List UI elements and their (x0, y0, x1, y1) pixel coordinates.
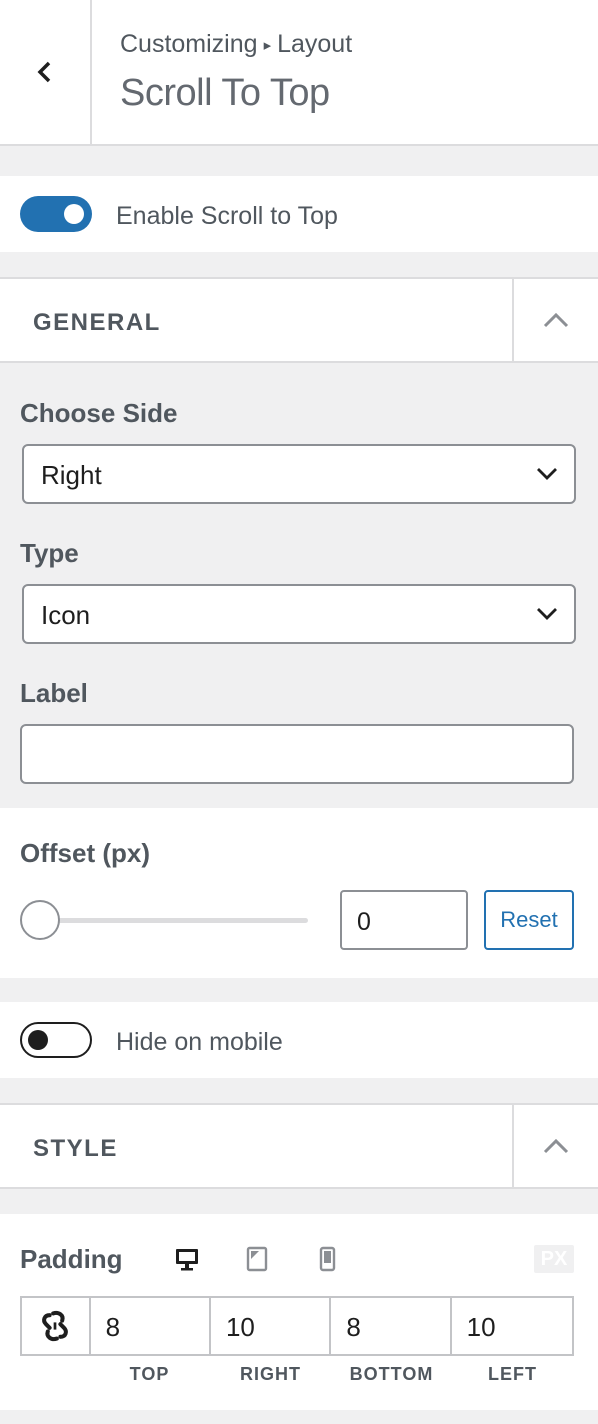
choose-side-select[interactable]: Right (22, 444, 576, 504)
offset-number-input[interactable]: 0 (340, 890, 468, 950)
padding-right-input[interactable]: 10 (211, 1298, 332, 1354)
breadcrumb: Customizing ▸ Layout (120, 30, 352, 59)
toggle-knob (28, 1030, 48, 1050)
hide-mobile-row: Hide on mobile (0, 1002, 598, 1078)
label-field-label: Label (20, 678, 88, 708)
toggle-knob (64, 204, 84, 224)
offset-slider-track[interactable] (40, 918, 308, 923)
tablet-icon[interactable] (242, 1244, 272, 1274)
offset-label: Offset (px) (20, 838, 150, 868)
style-section-title: STYLE (33, 1135, 118, 1162)
chevron-left-icon (37, 61, 51, 83)
padding-inputs: 8 10 8 10 (20, 1296, 574, 1356)
padding-right-label: RIGHT (240, 1364, 301, 1384)
type-label: Type (20, 538, 79, 568)
chevron-up-icon (543, 312, 569, 328)
mobile-icon[interactable] (312, 1244, 342, 1274)
padding-label: Padding (20, 1244, 123, 1274)
choose-side-value: Right (41, 460, 102, 490)
style-section-header[interactable]: STYLE (0, 1103, 598, 1189)
label-input[interactable] (20, 724, 574, 784)
offset-slider-thumb[interactable] (20, 900, 60, 940)
unlink-icon (42, 1310, 69, 1342)
padding-left-label: LEFT (488, 1364, 537, 1384)
page-title: Scroll To Top (120, 72, 330, 114)
offset-reset-button[interactable]: Reset (484, 890, 574, 950)
breadcrumb-section: Layout (277, 30, 353, 58)
padding-left-value: 10 (466, 1312, 496, 1342)
padding-bottom-input[interactable]: 8 (331, 1298, 452, 1354)
padding-bottom-label: BOTTOM (349, 1364, 434, 1384)
enable-scroll-toggle[interactable] (20, 196, 92, 232)
general-section-header[interactable]: GENERAL (0, 277, 598, 363)
link-values-button[interactable] (22, 1298, 91, 1354)
enable-row: Enable Scroll to Top (0, 176, 598, 252)
padding-top-input[interactable]: 8 (91, 1298, 211, 1354)
desktop-icon[interactable] (172, 1244, 202, 1274)
breadcrumb-separator: ▸ (263, 37, 272, 54)
general-section-title: GENERAL (33, 309, 161, 336)
choose-side-label: Choose Side (20, 398, 178, 428)
unit-px-badge[interactable]: PX (534, 1245, 574, 1273)
padding-bottom-value: 8 (346, 1312, 361, 1342)
type-select[interactable]: Icon (22, 584, 576, 644)
enable-scroll-label: Enable Scroll to Top (116, 202, 338, 230)
offset-value: 0 (357, 908, 371, 936)
chevron-up-icon (543, 1138, 569, 1154)
breadcrumb-root: Customizing (120, 30, 258, 58)
chevron-down-icon (537, 468, 557, 480)
padding-left-input[interactable]: 10 (452, 1298, 572, 1354)
type-value: Icon (41, 600, 91, 630)
padding-top-value: 8 (105, 1312, 121, 1342)
padding-right-value: 10 (225, 1312, 255, 1342)
hide-mobile-toggle[interactable] (20, 1022, 92, 1058)
back-button[interactable] (0, 0, 92, 144)
general-collapse-button[interactable] (512, 279, 598, 361)
padding-top-label: TOP (129, 1364, 170, 1384)
customizer-header: Customizing ▸ Layout Scroll To Top (0, 0, 598, 146)
chevron-down-icon (537, 608, 557, 620)
style-collapse-button[interactable] (512, 1105, 598, 1187)
hide-mobile-label: Hide on mobile (116, 1028, 283, 1056)
